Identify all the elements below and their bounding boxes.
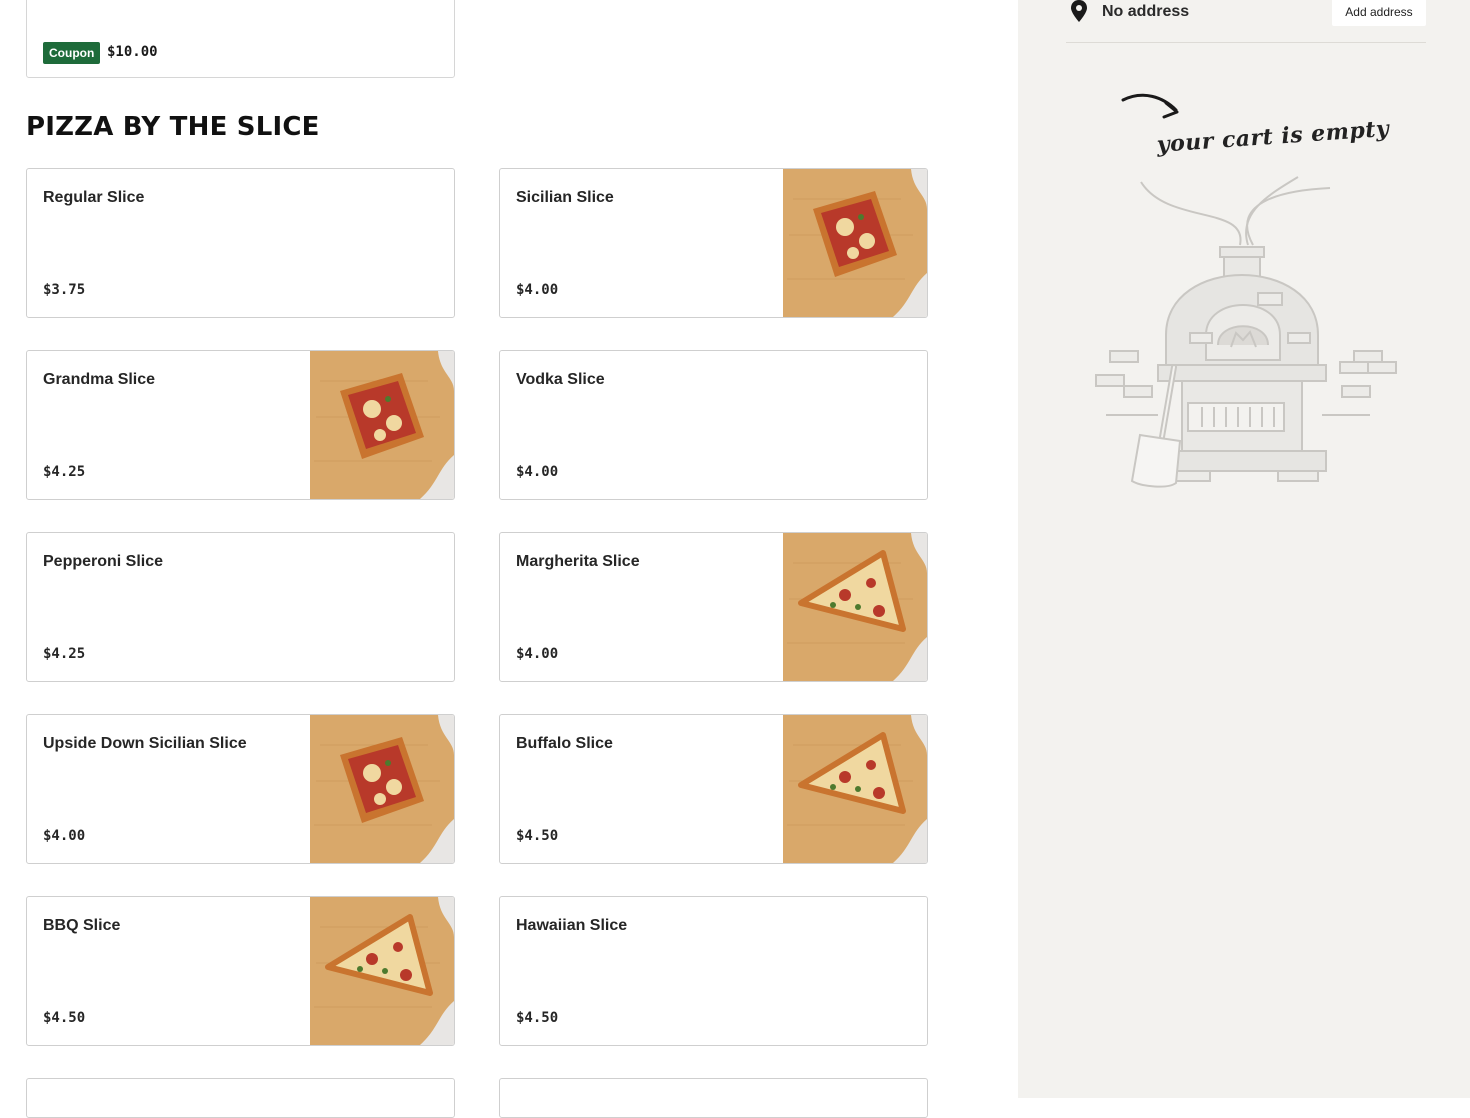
menu-item-price: $4.50: [516, 828, 559, 844]
menu-item-card[interactable]: Sicilian Slice $4.00: [499, 168, 928, 318]
menu-item-name: Sicilian Slice: [516, 189, 614, 206]
coupon-badge: Coupon: [43, 42, 101, 64]
menu-item-card[interactable]: Grandma Slice $4.25: [26, 350, 455, 500]
menu-item-name: Vodka Slice: [516, 371, 605, 388]
menu-item-card[interactable]: BBQ Slice $4.50: [26, 896, 455, 1046]
menu-item-photo: [783, 715, 927, 863]
map-pin-icon: [1071, 0, 1087, 22]
menu-item-card-partial[interactable]: [499, 1078, 928, 1118]
menu-item-name: Pepperoni Slice: [43, 553, 164, 570]
menu-item-card[interactable]: Vodka Slice $4.00: [499, 350, 928, 500]
menu-item-photo: [310, 715, 454, 863]
menu-item-name: Buffalo Slice: [516, 735, 613, 752]
coupon-card[interactable]: Coupon $10.00: [26, 0, 455, 78]
menu-item-price: $4.00: [43, 828, 86, 844]
menu-item-photo: [783, 533, 927, 681]
menu-item-name: BBQ Slice: [43, 917, 121, 934]
menu-item-price: $3.75: [43, 282, 86, 298]
section-title: PIZZA BY THE SLICE: [26, 112, 320, 142]
menu-item-card[interactable]: Hawaiian Slice $4.50: [499, 896, 928, 1046]
menu-item-card[interactable]: Upside Down Sicilian Slice $4.00: [26, 714, 455, 864]
cart-sidebar: No address Add address your cart is empt…: [1018, 0, 1470, 1098]
menu-item-card[interactable]: Regular Slice $3.75: [26, 168, 455, 318]
menu-item-price: $4.50: [516, 1010, 559, 1026]
menu-item-card[interactable]: Pepperoni Slice $4.25: [26, 532, 455, 682]
menu-item-photo: [783, 169, 927, 317]
menu-item-name: Margherita Slice: [516, 553, 640, 570]
menu-item-card[interactable]: Margherita Slice $4.00: [499, 532, 928, 682]
menu-item-price: $4.00: [516, 282, 559, 298]
menu-item-price: $4.25: [43, 464, 86, 480]
menu-item-photo: [310, 351, 454, 499]
menu-item-price: $4.25: [43, 646, 86, 662]
menu-item-name: Hawaiian Slice: [516, 917, 628, 934]
menu-main: Coupon $10.00 PIZZA BY THE SLICE Regular…: [0, 0, 1018, 1118]
menu-item-photo: [310, 897, 454, 1045]
menu-item-name: Regular Slice: [43, 189, 145, 206]
menu-item-name: Upside Down Sicilian Slice: [43, 735, 247, 752]
add-address-button[interactable]: Add address: [1332, 0, 1426, 26]
address-row: No address Add address: [1066, 0, 1426, 43]
menu-item-name: Grandma Slice: [43, 371, 156, 388]
coupon-price: $10.00: [107, 44, 158, 60]
menu-item-price: $4.00: [516, 646, 559, 662]
menu-item-card[interactable]: Buffalo Slice $4.50: [499, 714, 928, 864]
menu-item-price: $4.50: [43, 1010, 86, 1026]
menu-item-price: $4.00: [516, 464, 559, 480]
menu-item-card-partial[interactable]: [26, 1078, 455, 1118]
address-text: No address: [1102, 3, 1190, 20]
